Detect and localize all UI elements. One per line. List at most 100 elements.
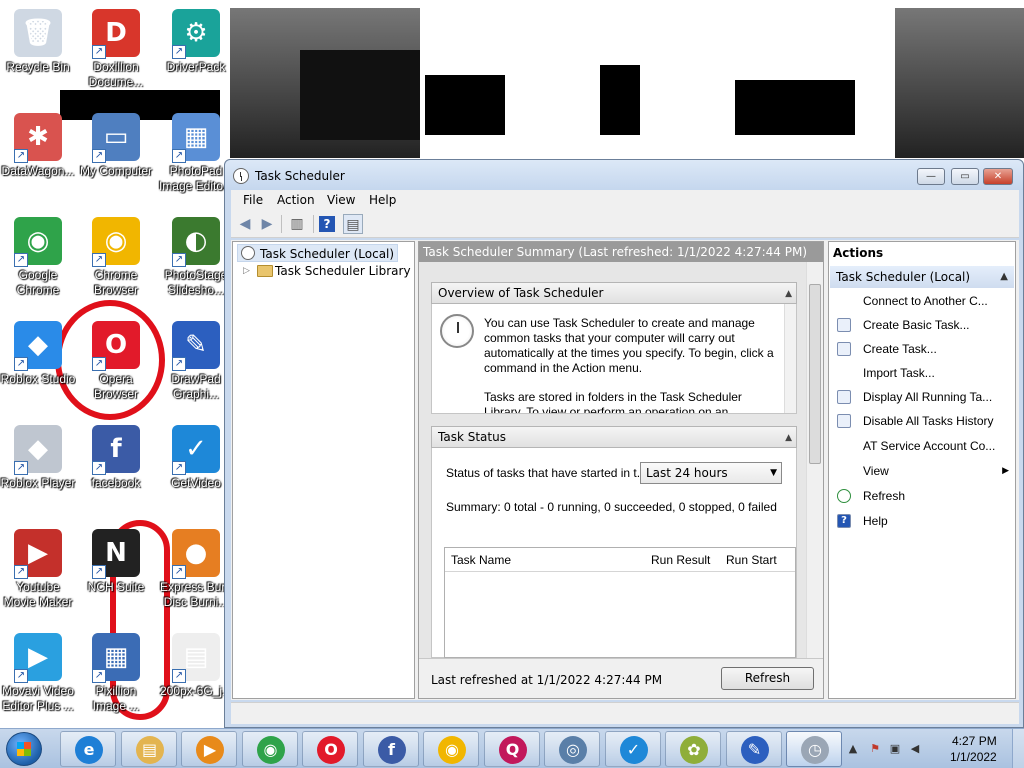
show-hide-console-tree-icon[interactable]: ▥ (287, 214, 307, 234)
close-button[interactable]: ✕ (983, 168, 1013, 185)
help-icon[interactable]: ? (319, 216, 335, 232)
show-hide-action-pane-icon[interactable]: ▤ (343, 214, 363, 234)
desktop-icon[interactable]: ⚙ ↗ DriverPack (158, 5, 234, 103)
overview-section-header[interactable]: Overview of Task Scheduler ▲ (431, 282, 797, 304)
desktop-icon[interactable]: ◆ ↗ Roblox Studio (0, 317, 76, 415)
shortcut-arrow-icon: ↗ (92, 357, 106, 371)
volume-icon[interactable]: ◀ (908, 742, 922, 756)
desktop-icon[interactable]: ▦ ↗ Pixillion Image ... (78, 629, 154, 727)
show-desktop-button[interactable] (1012, 729, 1024, 768)
overview-scrollbar[interactable] (784, 304, 796, 413)
desktop-icon[interactable]: 🗑 Recycle Bin (0, 5, 76, 103)
clock-date[interactable]: 1/1/2022 (950, 750, 997, 764)
desktop-icon[interactable]: N ↗ NCH Suite (78, 525, 154, 623)
desktop-icon-label: facebook (91, 476, 141, 490)
menu-action[interactable]: Action (277, 193, 315, 207)
desktop-icon[interactable]: ✱ ↗ DataWagon... (0, 109, 76, 207)
forward-arrow-icon[interactable]: ▶ (257, 214, 277, 234)
summary-scrollbar[interactable] (806, 262, 823, 658)
create-task-icon (837, 342, 851, 356)
tree-item-task-scheduler-local[interactable]: Task Scheduler (Local) (237, 244, 399, 262)
scrollbar-thumb[interactable] (809, 284, 821, 464)
taskbar-windows-explorer[interactable]: ▤ (120, 731, 177, 767)
action-help[interactable]: Help (863, 511, 888, 531)
taskbar-facebook[interactable]: f (362, 731, 419, 767)
desktop-icon[interactable]: ▭ ↗ My Computer (78, 109, 154, 207)
desktop-icon[interactable]: ▦ ↗ PhotoPad Image Edito... (158, 109, 234, 207)
action-at-service-account[interactable]: AT Service Account Co... (863, 436, 995, 456)
taskbar-media-player[interactable]: ▶ (181, 731, 237, 767)
collapse-arrow-icon[interactable]: ▲ (1000, 266, 1008, 288)
status-range-dropdown[interactable]: Last 24 hours ▼ (640, 462, 782, 484)
desktop-icon[interactable]: f ↗ facebook (78, 421, 154, 519)
action-display-all-running-tasks[interactable]: Display All Running Ta... (863, 387, 992, 407)
desktop-icon[interactable]: ▤ ↗ 200px-6G_j... (158, 629, 234, 727)
desktop-icon[interactable]: ▶ ↗ Movavi Video Editor Plus ... (0, 629, 76, 727)
desktop-icon-label: Roblox Player (0, 476, 76, 490)
desktop-icon[interactable]: ✓ ↗ GetVideo (158, 421, 234, 519)
actions-group-label: Task Scheduler (Local) (836, 270, 971, 284)
clock-time[interactable]: 4:27 PM (952, 734, 997, 748)
actions-group-header[interactable]: Task Scheduler (Local) ▲ (830, 266, 1014, 288)
action-refresh[interactable]: Refresh (863, 486, 905, 506)
tree-item-label: Task Scheduler (Local) (260, 247, 395, 261)
action-connect-to-another-computer[interactable]: Connect to Another C... (863, 291, 988, 311)
tree-item-task-scheduler-library[interactable]: ▷ Task Scheduler Library (243, 262, 411, 280)
action-import-task[interactable]: Import Task... (863, 363, 935, 383)
taskbar-paint[interactable]: ✿ (665, 731, 721, 767)
maximize-button[interactable]: ▭ (951, 168, 979, 185)
menu-file[interactable]: File (243, 193, 263, 207)
actions-title: Actions (833, 246, 884, 260)
menu-view[interactable]: View (327, 193, 355, 207)
network-icon[interactable]: ▣ (888, 742, 902, 756)
taskbar-chrome-browser[interactable]: ◉ (423, 731, 479, 767)
taskbar-q-app[interactable]: Q (483, 731, 540, 767)
taskbar-opera[interactable]: O (302, 731, 358, 767)
expand-arrow-icon[interactable]: ▷ (243, 262, 250, 280)
action-create-task[interactable]: Create Task... (863, 339, 937, 359)
summary-header: Task Scheduler Summary (Last refreshed: … (419, 242, 823, 262)
desktop-icon[interactable]: ✎ ↗ DrawPad Graphi... (158, 317, 234, 415)
collapse-arrow-icon[interactable]: ▲ (785, 428, 792, 448)
task-status-section-header[interactable]: Task Status ▲ (431, 426, 797, 448)
menu-help[interactable]: Help (369, 193, 396, 207)
desktop-icon[interactable]: ◐ ↗ PhotoStage Slidesho... (158, 213, 234, 311)
show-hidden-icons-arrow-icon[interactable]: ▲ (846, 742, 860, 756)
action-center-flag-icon[interactable]: ⚑ (868, 742, 882, 756)
taskbar-getvideo[interactable]: ✓ (604, 731, 661, 767)
desktop-icon[interactable]: D ↗ Doxillion Docume... (78, 5, 154, 103)
shortcut-arrow-icon: ↗ (14, 565, 28, 579)
desktop-icon[interactable]: ◉ ↗ Google Chrome (0, 213, 76, 311)
task-status-content: Status of tasks that have started in t..… (431, 448, 797, 658)
title-bar[interactable]: Task Scheduler — ▭ ✕ (225, 160, 1023, 190)
desktop-icon[interactable]: ◆ ↗ Roblox Player (0, 421, 76, 519)
desktop-icon[interactable]: ▶ ↗ Youtube Movie Maker (0, 525, 76, 623)
minimize-button[interactable]: — (917, 168, 945, 185)
collapse-arrow-icon[interactable]: ▲ (785, 284, 792, 304)
taskbar-chrome[interactable]: ◉ (241, 731, 298, 767)
desktop-icon-label: Chrome Browser (93, 268, 138, 297)
column-header-run-start[interactable]: Run Start (726, 553, 777, 567)
refresh-button[interactable]: Refresh (721, 667, 814, 690)
app-icon: ▦ ↗ (172, 113, 220, 163)
desktop-icon-label: DriverPack (166, 60, 226, 74)
task-table: Task Name Run Result Run Start (444, 547, 796, 658)
action-disable-all-tasks-history[interactable]: Disable All Tasks History (863, 411, 994, 431)
taskbar-drawpad[interactable]: ✎ (725, 731, 782, 767)
action-create-basic-task[interactable]: Create Basic Task... (863, 315, 970, 335)
desktop-icon[interactable]: ● ↗ Express Burn Disc Burni... (158, 525, 234, 623)
help-icon: ? (837, 514, 851, 528)
last-refreshed-text: Last refreshed at 1/1/2022 4:27:44 PM (431, 673, 663, 687)
column-header-run-result[interactable]: Run Result (651, 553, 710, 567)
desktop-icon[interactable]: ◉ ↗ Chrome Browser (78, 213, 154, 311)
desktop-icon[interactable]: O ↗ Opera Browser (78, 317, 154, 415)
taskbar-disc-app[interactable]: ◎ (544, 731, 600, 767)
desktop-icon-label: Recycle Bin (6, 60, 70, 74)
column-header-task-name[interactable]: Task Name (451, 553, 511, 567)
back-arrow-icon[interactable]: ◀ (235, 214, 255, 234)
taskbar-internet-explorer[interactable]: e (60, 731, 116, 767)
overview-content: You can use Task Scheduler to create and… (431, 304, 797, 414)
start-button[interactable] (6, 732, 42, 766)
action-view[interactable]: View (863, 461, 889, 481)
taskbar-task-scheduler[interactable]: ◷ (786, 731, 842, 767)
